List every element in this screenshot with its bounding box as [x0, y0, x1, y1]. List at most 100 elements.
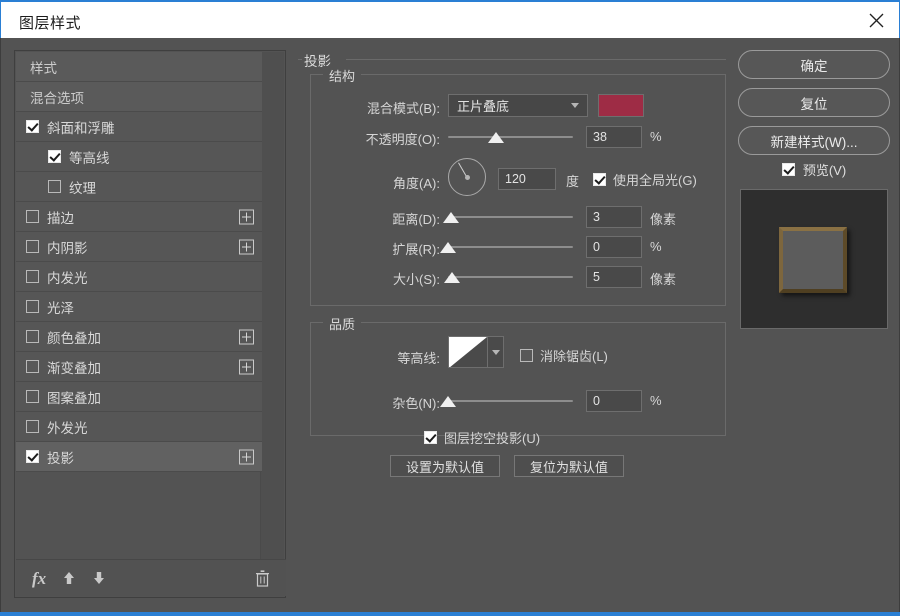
set-default-button[interactable]: 设置为默认值 [390, 455, 500, 477]
opacity-slider-track [448, 136, 573, 138]
styles-scrollbar[interactable] [260, 52, 284, 579]
plus-icon[interactable] [239, 359, 254, 374]
chevron-down-icon[interactable] [487, 337, 503, 367]
anti-alias-checkbox[interactable]: 消除锯齿(L) [520, 346, 608, 365]
sidebar-item-13[interactable]: 投影 [16, 442, 262, 472]
structure-legend: 结构 [323, 66, 361, 85]
plus-icon[interactable] [239, 449, 254, 464]
styles-toolbar: fx [16, 559, 286, 596]
noise-slider[interactable] [448, 394, 573, 410]
sidebar-item-7[interactable]: 内发光 [16, 262, 262, 292]
sidebar-item-checkbox[interactable] [26, 420, 39, 433]
actions-panel: 确定 复位 新建样式(W)... 预览(V) [738, 50, 890, 598]
sidebar-item-checkbox[interactable] [26, 270, 39, 283]
use-global-light-checkbox[interactable]: 使用全局光(G) [593, 170, 697, 189]
opacity-slider-handle[interactable] [488, 132, 504, 143]
sidebar-item-label: 斜面和浮雕 [47, 117, 115, 137]
spread-slider[interactable] [448, 240, 573, 256]
size-slider[interactable] [448, 270, 573, 286]
dialog-body: 样式混合选项斜面和浮雕等高线纹理描边内阴影内发光光泽颜色叠加渐变叠加图案叠加外发… [0, 38, 900, 612]
ok-button[interactable]: 确定 [738, 50, 890, 79]
sidebar-item-9[interactable]: 颜色叠加 [16, 322, 262, 352]
preview-checkbox[interactable]: 预览(V) [738, 160, 890, 179]
spread-input[interactable]: 0 [586, 236, 642, 258]
use-global-light-check-box[interactable] [593, 173, 606, 186]
sidebar-item-6[interactable]: 内阴影 [16, 232, 262, 262]
shadow-color-swatch[interactable] [598, 94, 644, 117]
noise-input[interactable]: 0 [586, 390, 642, 412]
trash-icon[interactable] [255, 570, 270, 587]
preview-label: 预览(V) [803, 160, 846, 179]
plus-icon[interactable] [239, 329, 254, 344]
sidebar-item-8[interactable]: 光泽 [16, 292, 262, 322]
noise-slider-handle[interactable] [440, 396, 456, 407]
sidebar-item-4[interactable]: 纹理 [16, 172, 262, 202]
blend-mode-label: 混合模式(B): [330, 98, 440, 117]
sidebar-item-checkbox[interactable] [26, 360, 39, 373]
spread-unit: % [650, 239, 662, 254]
contour-picker[interactable] [448, 336, 504, 368]
quality-legend: 品质 [323, 314, 361, 333]
spread-slider-handle[interactable] [440, 242, 456, 253]
sidebar-item-0[interactable]: 样式 [16, 52, 262, 82]
sidebar-item-checkbox[interactable] [26, 240, 39, 253]
sidebar-item-1[interactable]: 混合选项 [16, 82, 262, 112]
spread-label: 扩展(R): [340, 239, 440, 258]
blend-mode-dropdown[interactable]: 正片叠底 [448, 94, 588, 117]
opacity-unit: % [650, 129, 662, 144]
distance-slider-handle[interactable] [443, 212, 459, 223]
angle-dial[interactable] [448, 158, 486, 196]
anti-alias-check-box[interactable] [520, 349, 533, 362]
reset-button[interactable]: 复位 [738, 88, 890, 117]
title-bar: 图层样式 [0, 0, 900, 38]
knockout-check-box[interactable] [424, 431, 437, 444]
sidebar-item-10[interactable]: 渐变叠加 [16, 352, 262, 382]
sidebar-item-label: 外发光 [47, 417, 88, 437]
styles-list: 样式混合选项斜面和浮雕等高线纹理描边内阴影内发光光泽颜色叠加渐变叠加图案叠加外发… [16, 52, 262, 472]
opacity-slider[interactable] [448, 130, 573, 146]
layer-style-dialog: 图层样式 样式混合选项斜面和浮雕等高线纹理描边内阴影内发光光泽颜色叠加渐变叠加图… [0, 0, 900, 616]
sidebar-item-checkbox[interactable] [26, 450, 39, 463]
sidebar-item-5[interactable]: 描边 [16, 202, 262, 232]
sidebar-item-label: 纹理 [69, 177, 96, 197]
distance-slider[interactable] [448, 210, 573, 226]
sidebar-item-checkbox[interactable] [26, 120, 39, 133]
arrow-up-glyph [62, 570, 76, 586]
sidebar-item-checkbox[interactable] [48, 150, 61, 163]
sidebar-item-2[interactable]: 斜面和浮雕 [16, 112, 262, 142]
angle-input[interactable]: 120 [498, 168, 556, 190]
sidebar-item-label: 投影 [47, 447, 74, 467]
distance-unit: 像素 [650, 209, 676, 228]
sidebar-item-label: 内阴影 [47, 237, 88, 257]
sidebar-item-checkbox[interactable] [26, 300, 39, 313]
knockout-checkbox[interactable]: 图层挖空投影(U) [424, 428, 540, 447]
plus-icon[interactable] [239, 209, 254, 224]
distance-input[interactable]: 3 [586, 206, 642, 228]
arrow-up-icon[interactable] [62, 570, 76, 586]
reset-default-button[interactable]: 复位为默认值 [514, 455, 624, 477]
size-label: 大小(S): [340, 269, 440, 288]
sidebar-item-checkbox[interactable] [26, 210, 39, 223]
sidebar-item-label: 内发光 [47, 267, 88, 287]
contour-preview-icon [449, 337, 487, 367]
arrow-down-icon[interactable] [92, 570, 106, 586]
close-glyph [869, 13, 884, 28]
sidebar-item-11[interactable]: 图案叠加 [16, 382, 262, 412]
drop-shadow-panel: 投影 结构 混合模式(B): 正片叠底 不透明度(O): 38 % [298, 50, 726, 598]
preview-check-box[interactable] [782, 163, 795, 176]
size-slider-handle[interactable] [444, 272, 460, 283]
plus-icon[interactable] [239, 239, 254, 254]
opacity-input[interactable]: 38 [586, 126, 642, 148]
sidebar-item-3[interactable]: 等高线 [16, 142, 262, 172]
fx-icon[interactable]: fx [32, 570, 46, 587]
sidebar-item-12[interactable]: 外发光 [16, 412, 262, 442]
sidebar-item-label: 渐变叠加 [47, 357, 101, 377]
sidebar-item-checkbox[interactable] [26, 390, 39, 403]
size-input[interactable]: 5 [586, 266, 642, 288]
new-style-button[interactable]: 新建样式(W)... [738, 126, 890, 155]
close-icon[interactable] [853, 2, 899, 38]
sidebar-item-checkbox[interactable] [48, 180, 61, 193]
distance-slider-track [448, 216, 573, 218]
sidebar-item-checkbox[interactable] [26, 330, 39, 343]
window-bottom-edge [0, 612, 900, 616]
